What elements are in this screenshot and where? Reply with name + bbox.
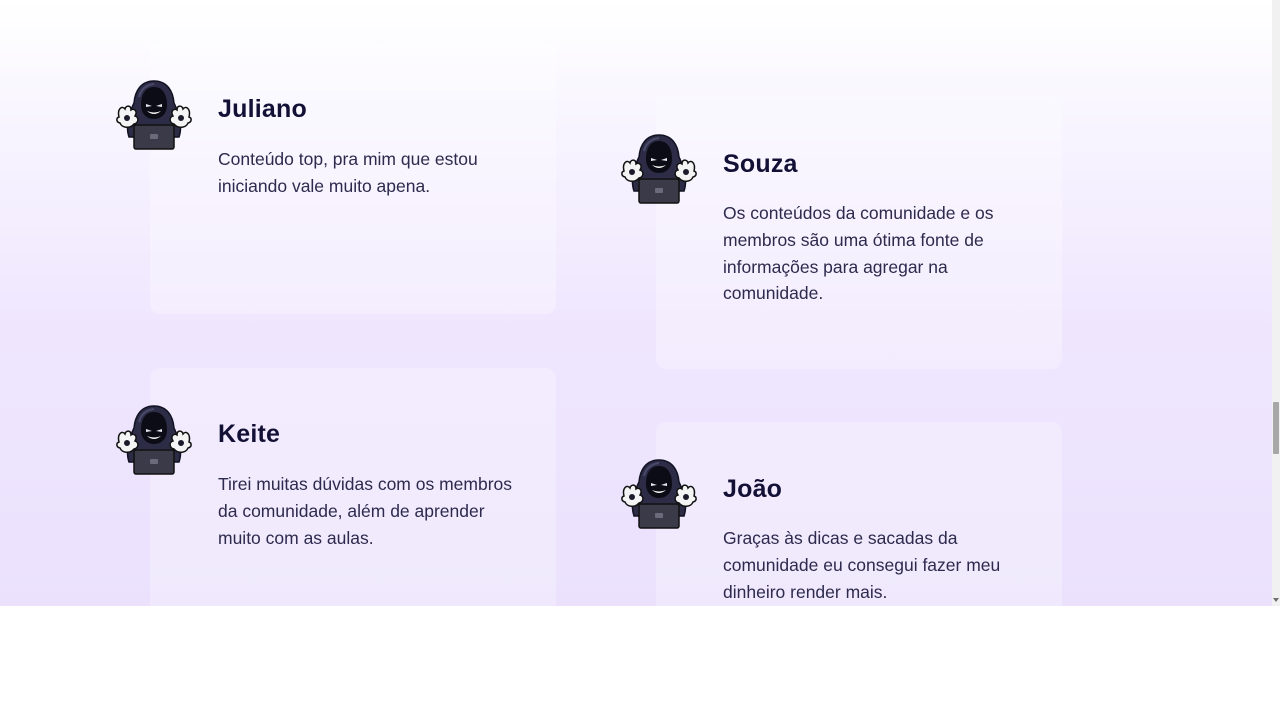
vertical-scrollbar[interactable] [1272,0,1280,606]
testimonial-name: Juliano [218,95,307,123]
testimonial-text: Graças às dicas e sacadas da comunidade … [723,528,1001,602]
scroll-down-arrow-icon[interactable] [1273,598,1279,602]
scrollbar-thumb[interactable] [1273,402,1279,454]
hooded-hacker-icon [620,458,698,530]
hooded-hacker-icon [620,133,698,205]
blank-area [0,606,1280,720]
testimonial-name: João [723,475,783,503]
hooded-hacker-icon [115,79,193,151]
testimonial-name: Keite [218,420,281,448]
hooded-hacker-icon [115,404,193,476]
testimonial-text: Tirei muitas dúvidas com os membros da c… [218,474,513,548]
testimonials-section: Juliano Conteúdo top, pra mim que estou … [0,0,1272,606]
testimonial-name: Souza [723,150,798,178]
testimonial-text: Conteúdo top, pra mim que estou iniciand… [218,149,478,196]
testimonial-text: Os conteúdos da comunidade e os membros … [723,203,994,304]
